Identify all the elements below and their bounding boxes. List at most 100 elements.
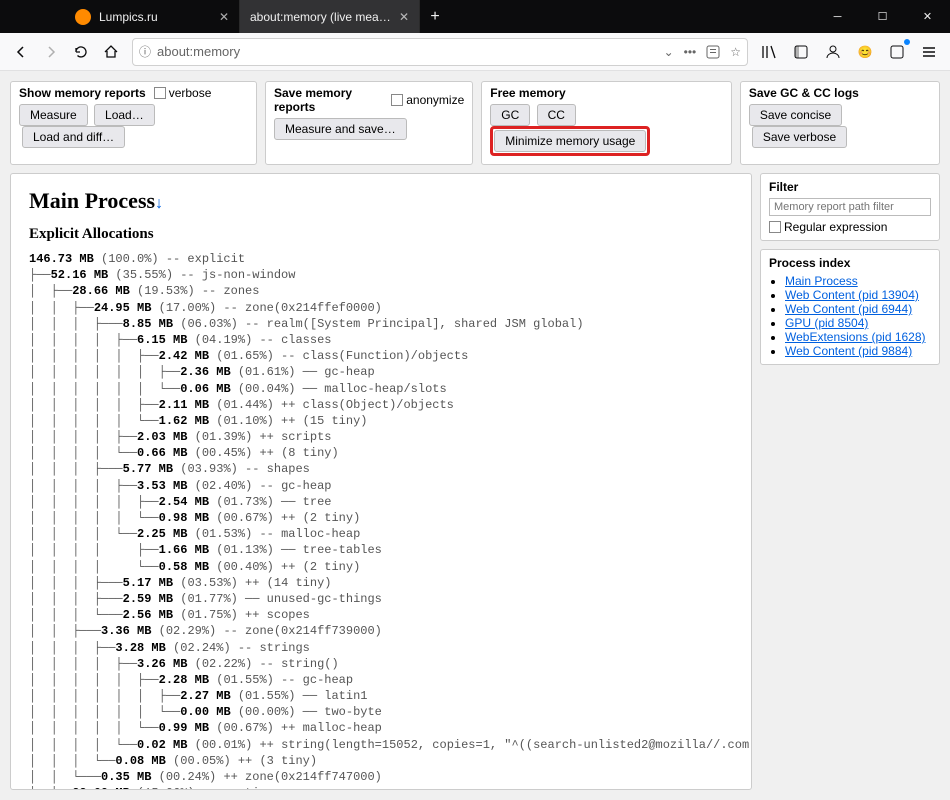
load-button[interactable]: Load… [94,104,155,126]
tree-row[interactable]: │ │ │ │ ├──6.15 MB (04.19%) -- classes [29,332,733,348]
tree-row[interactable]: │ │ │ │ └──0.58 MB (00.40%) ++ (2 tiny) [29,559,733,575]
section-title: Explicit Allocations [29,226,733,243]
load-diff-button[interactable]: Load and diff… [22,126,125,148]
library-icon[interactable] [754,37,784,67]
measure-save-button[interactable]: Measure and save… [274,118,407,140]
tree-row[interactable]: │ │ │ │ │ └──0.98 MB (00.67%) ++ (2 tiny… [29,510,733,526]
tree-row[interactable]: │ │ ├───3.36 MB (02.29%) -- zone(0x214ff… [29,623,733,639]
checkbox-icon [391,94,403,106]
save-concise-button[interactable]: Save concise [749,104,842,126]
tree-row[interactable]: │ │ │ │ │ ├──2.11 MB (01.44%) ++ class(O… [29,397,733,413]
tree-row[interactable]: │ │ │ │ │ │ ├──2.36 MB (01.61%) ── gc-he… [29,364,733,380]
filter-panel: Filter Regular expression [760,173,940,241]
identity-icon[interactable]: ⓘ [139,43,151,60]
panel-title: Free memory [490,86,565,100]
checkbox-icon [769,221,781,233]
cc-button[interactable]: CC [537,104,576,126]
tree-row[interactable]: ├──52.16 MB (35.55%) -- js-non-window [29,267,733,283]
tree-row[interactable]: │ │ │ │ ├──1.66 MB (01.13%) ── tree-tabl… [29,542,733,558]
minimize-button[interactable]: ─ [815,0,860,33]
titlebar: Lumpics.ru ✕ about:memory (live measurem… [0,0,950,33]
regex-checkbox[interactable]: Regular expression [769,220,931,234]
panel-title: Save memory reports [274,86,383,114]
process-link[interactable]: Web Content (pid 9884) [785,344,912,358]
verbose-checkbox[interactable]: verbose [154,86,212,100]
process-link[interactable]: Web Content (pid 6944) [785,302,912,316]
account-icon[interactable] [818,37,848,67]
more-icon[interactable]: ••• [684,45,697,59]
tree-row[interactable]: │ │ │ └───2.56 MB (01.75%) ++ scopes [29,607,733,623]
tree-row[interactable]: │ │ │ └──0.08 MB (00.05%) ++ (3 tiny) [29,753,733,769]
tree-row[interactable]: │ │ │ │ │ ├──2.42 MB (01.65%) -- class(F… [29,348,733,364]
tree-row[interactable]: │ │ │ ├───5.17 MB (03.53%) ++ (14 tiny) [29,575,733,591]
tree-row[interactable]: │ │ │ │ │ │ └──0.06 MB (00.04%) ── mallo… [29,381,733,397]
filter-title: Filter [769,180,931,194]
panel-save-reports: Save memory reports anonymize Measure an… [265,81,473,165]
tree-row[interactable]: │ │ │ ├──3.28 MB (02.24%) -- strings [29,640,733,656]
process-link[interactable]: GPU (pid 8504) [785,316,868,330]
arrow-down-icon[interactable]: ↓ [155,195,163,212]
list-item: Web Content (pid 13904) [785,288,931,302]
close-icon[interactable]: ✕ [399,10,409,24]
back-button[interactable] [6,37,36,67]
tree-row[interactable]: │ │ │ │ │ ├──2.54 MB (01.73%) ── tree [29,494,733,510]
gc-button[interactable]: GC [490,104,530,126]
tree-row[interactable]: │ │ │ │ ├──3.53 MB (02.40%) -- gc-heap [29,478,733,494]
content: Show memory reports verbose Measure Load… [0,71,950,800]
tab-title: about:memory (live measurement) [250,10,393,24]
process-link[interactable]: Web Content (pid 13904) [785,288,919,302]
anonymize-checkbox[interactable]: anonymize [391,93,464,107]
menu-icon[interactable] [914,37,944,67]
url-bar[interactable]: ⓘ about:memory ⌄ ••• ☆ [132,38,748,66]
forward-button[interactable] [36,37,66,67]
reload-button[interactable] [66,37,96,67]
tree-row[interactable]: │ ├──28.66 MB (19.53%) -- zones [29,283,733,299]
toolbar-right: 😊 [754,37,944,67]
tree-row[interactable]: │ │ ├──24.95 MB (17.00%) -- zone(0x214ff… [29,300,733,316]
minimize-memory-button[interactable]: Minimize memory usage [494,130,646,152]
close-button[interactable]: ✕ [905,0,950,33]
reader-icon[interactable] [706,45,720,59]
sidebar-icon[interactable] [786,37,816,67]
tab-about-memory[interactable]: about:memory (live measurement) ✕ [240,0,420,33]
tree-row[interactable]: │ │ │ ├───8.85 MB (06.03%) -- realm([Sys… [29,316,733,332]
tree-row[interactable]: │ │ │ │ └──0.02 MB (00.01%) ++ string(le… [29,737,733,753]
tree-row[interactable]: │ ├──22.09 MB (15.06%) -- runtime [29,785,733,790]
star-icon[interactable]: ☆ [730,45,741,59]
tree-row[interactable]: │ │ │ │ └──2.25 MB (01.53%) -- malloc-he… [29,526,733,542]
measure-button[interactable]: Measure [19,104,88,126]
tree-row[interactable]: │ │ │ │ │ │ ├──2.27 MB (01.55%) ── latin… [29,688,733,704]
tree-row[interactable]: │ │ │ │ ├──2.03 MB (01.39%) ++ scripts [29,429,733,445]
side-column: Filter Regular expression Process index … [760,173,940,790]
tab-lumpics[interactable]: Lumpics.ru ✕ [65,0,240,33]
tree-row[interactable]: 146.73 MB (100.0%) -- explicit [29,251,733,267]
panel-title: Save GC & CC logs [749,86,859,100]
tree-row[interactable]: │ │ └───0.35 MB (00.24%) ++ zone(0x214ff… [29,769,733,785]
tree-row[interactable]: │ │ │ │ │ └──1.62 MB (01.10%) ++ (15 tin… [29,413,733,429]
body-row: Main Process ↓ Explicit Allocations 146.7… [10,173,940,790]
main-panel: Main Process↓ Explicit Allocations 146.7… [10,173,752,790]
tree-row[interactable]: │ │ │ ├───2.59 MB (01.77%) ── unused-gc-… [29,591,733,607]
process-index-title: Process index [769,256,931,270]
process-link[interactable]: WebExtensions (pid 1628) [785,330,926,344]
tree-row[interactable]: │ │ │ ├───5.77 MB (03.93%) -- shapes [29,461,733,477]
tree-row[interactable]: │ │ │ │ ├──3.26 MB (02.22%) -- string() [29,656,733,672]
panel-free-memory: Free memory GC CC Minimize memory usage [481,81,732,165]
tree-row[interactable]: │ │ │ │ │ ├──2.28 MB (01.55%) -- gc-heap [29,672,733,688]
home-button[interactable] [96,37,126,67]
save-verbose-button[interactable]: Save verbose [752,126,847,148]
new-tab-button[interactable]: + [420,0,450,33]
chevron-down-icon[interactable]: ⌄ [664,45,674,59]
checkbox-icon [154,87,166,99]
filter-input[interactable] [769,198,931,216]
close-icon[interactable]: ✕ [219,10,229,24]
process-link[interactable]: Main Process [785,274,858,288]
tree-row[interactable]: │ │ │ │ └──0.66 MB (00.45%) ++ (8 tiny) [29,445,733,461]
addon-icon[interactable] [882,37,912,67]
tree-row[interactable]: │ │ │ │ │ └──0.99 MB (00.67%) ++ malloc-… [29,720,733,736]
robot-icon[interactable]: 😊 [850,37,880,67]
tree-row[interactable]: │ │ │ │ │ │ └──0.00 MB (00.00%) ── two-b… [29,704,733,720]
list-item: GPU (pid 8504) [785,316,931,330]
process-list: Main ProcessWeb Content (pid 13904)Web C… [769,274,931,358]
maximize-button[interactable]: ☐ [860,0,905,33]
